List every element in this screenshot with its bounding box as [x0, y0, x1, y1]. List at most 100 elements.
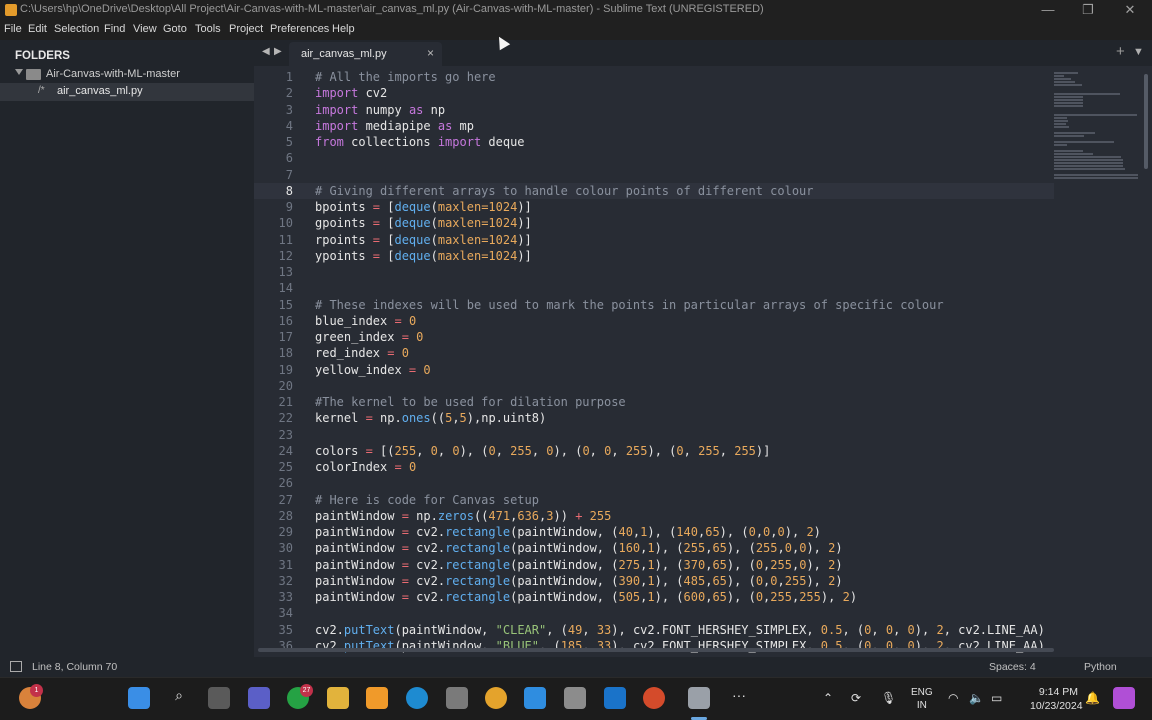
- minimap-line: [1054, 105, 1083, 107]
- volume-muted-icon[interactable]: 🔈: [969, 691, 984, 705]
- vertical-scrollbar[interactable]: [1144, 74, 1148, 169]
- code-token: =: [401, 590, 409, 604]
- code-token: (: [430, 248, 438, 263]
- menu-edit[interactable]: Edit: [28, 23, 47, 35]
- code-token: as: [437, 118, 453, 133]
- edge-icon[interactable]: [406, 687, 428, 709]
- line-number: 6: [285, 151, 293, 166]
- code-line: paintWindow = cv2.rectangle(paintWindow,…: [315, 573, 1055, 589]
- maximize-button[interactable]: ❐: [1074, 2, 1102, 18]
- sidebar-project-folder[interactable]: Air-Canvas-with-ML-master: [0, 66, 254, 84]
- code-token: 255: [625, 443, 648, 458]
- store-icon[interactable]: [446, 687, 468, 709]
- more-apps-icon[interactable]: ···: [728, 687, 750, 703]
- copilot-icon[interactable]: [1113, 687, 1135, 709]
- close-window-button[interactable]: ✕: [1116, 2, 1144, 18]
- indentation-setting[interactable]: Spaces: 4: [989, 661, 1036, 673]
- tab-nav-left-icon[interactable]: ◀: [262, 46, 270, 57]
- code-token: import: [315, 86, 359, 101]
- code-token: ), (: [726, 590, 756, 604]
- chrome-icon[interactable]: [485, 687, 507, 709]
- panel-toggle-icon[interactable]: [10, 661, 22, 672]
- code-token: =: [365, 411, 373, 426]
- code-area[interactable]: # All the imports go here import cv2 impor…: [315, 69, 1055, 654]
- code-token: (paintWindow, (: [510, 525, 619, 539]
- folders-heading: FOLDERS: [15, 50, 70, 62]
- minimap-line: [1054, 114, 1137, 116]
- code-token: ypoints: [315, 248, 373, 263]
- minimap[interactable]: [1054, 66, 1142, 396]
- vscode-icon[interactable]: [524, 687, 546, 709]
- code-token: 0: [784, 541, 792, 556]
- minimize-button[interactable]: —: [1034, 2, 1062, 18]
- menu-preferences[interactable]: Preferences: [270, 23, 329, 35]
- minimap-line: [1054, 144, 1068, 146]
- line-number: 26: [278, 476, 293, 491]
- code-token: ((: [430, 411, 446, 426]
- task-view-icon[interactable]: [208, 687, 230, 709]
- code-token: =: [401, 525, 409, 539]
- battery-icon[interactable]: ▭: [991, 691, 1002, 705]
- cursor-position: Line 8, Column 70: [32, 661, 118, 673]
- menu-tools[interactable]: Tools: [195, 23, 221, 35]
- chevron-down-icon[interactable]: [15, 69, 23, 75]
- tray-overflow-icon[interactable]: ⌃: [823, 691, 833, 705]
- tab-list-dropdown-icon[interactable]: ▼: [1133, 46, 1144, 58]
- code-token: bpoints: [315, 200, 373, 214]
- wifi-icon[interactable]: ◠: [948, 691, 958, 705]
- code-token: putText: [343, 622, 395, 637]
- snipping-tool-icon[interactable]: [688, 687, 710, 709]
- minimap-line: [1054, 156, 1121, 158]
- menu-view[interactable]: View: [133, 23, 157, 35]
- search-icon[interactable]: ⌕: [168, 687, 190, 704]
- microphone-icon[interactable]: 🎙: [881, 691, 896, 705]
- horizontal-scrollbar[interactable]: [258, 648, 1054, 652]
- tab-nav-right-icon[interactable]: ▶: [274, 46, 282, 57]
- code-token: ), (: [459, 443, 489, 458]
- menu-file[interactable]: File: [4, 23, 22, 35]
- sync-icon[interactable]: ⟳: [851, 691, 861, 705]
- code-token: 275: [618, 557, 641, 572]
- code-token: np: [423, 102, 446, 117]
- file-explorer-icon[interactable]: [327, 687, 349, 709]
- code-token: [: [380, 248, 395, 263]
- notepad-icon[interactable]: [564, 687, 586, 709]
- code-token: 5: [459, 411, 467, 426]
- code-token: ),: [806, 557, 829, 572]
- chrome-profile-icon[interactable]: [643, 687, 665, 709]
- code-token: 255: [683, 541, 706, 556]
- minimap-line: [1054, 159, 1124, 161]
- line-number: 24: [278, 443, 293, 458]
- menu-goto[interactable]: Goto: [163, 23, 187, 35]
- start-icon[interactable]: [128, 687, 150, 709]
- code-token: 255: [394, 443, 417, 458]
- teams-icon[interactable]: [248, 687, 270, 709]
- line-number: 9: [285, 200, 293, 214]
- code-editor[interactable]: 1 2 3 4 5 6 7 8 9 10 11 12 13 14 15 16 17 18 19 20 21 22 23 24 2…: [254, 66, 1152, 657]
- title-bar: C:\Users\hp\OneDrive\Desktop\All Project…: [0, 0, 1152, 20]
- project-folder-label: Air-Canvas-with-ML-master: [46, 68, 180, 80]
- sidebar-file-air-canvas[interactable]: /* air_canvas_ml.py: [0, 83, 254, 101]
- menu-help[interactable]: Help: [332, 23, 355, 35]
- line-number: 12: [278, 248, 293, 263]
- code-line: # All the imports go here: [315, 69, 1055, 85]
- clock[interactable]: 9:14 PM 10/23/2024: [1030, 685, 1083, 713]
- line-number: 5: [285, 135, 293, 149]
- code-token: #The kernel to be used for dilation purp…: [315, 395, 626, 409]
- new-tab-icon[interactable]: +: [1116, 43, 1125, 60]
- code-token: 0: [416, 362, 431, 377]
- menu-find[interactable]: Find: [104, 23, 125, 35]
- tab-close-icon[interactable]: ×: [427, 46, 434, 60]
- input-language[interactable]: ENG IN: [911, 686, 933, 712]
- code-token: ), (: [654, 590, 684, 604]
- sublime-text-taskbar-icon[interactable]: [366, 687, 388, 709]
- tab-air-canvas-ml[interactable]: air_canvas_ml.py ×: [289, 42, 442, 66]
- clock-time: 9:14 PM: [1038, 686, 1078, 698]
- menu-selection[interactable]: Selection: [54, 23, 99, 35]
- menu-project[interactable]: Project: [229, 23, 263, 35]
- notification-bell-icon[interactable]: 🔔: [1085, 691, 1100, 705]
- code-token: rectangle: [445, 590, 511, 604]
- code-token: ), (: [647, 443, 677, 458]
- syntax-setting[interactable]: Python: [1084, 661, 1117, 673]
- outlook-icon[interactable]: [604, 687, 626, 709]
